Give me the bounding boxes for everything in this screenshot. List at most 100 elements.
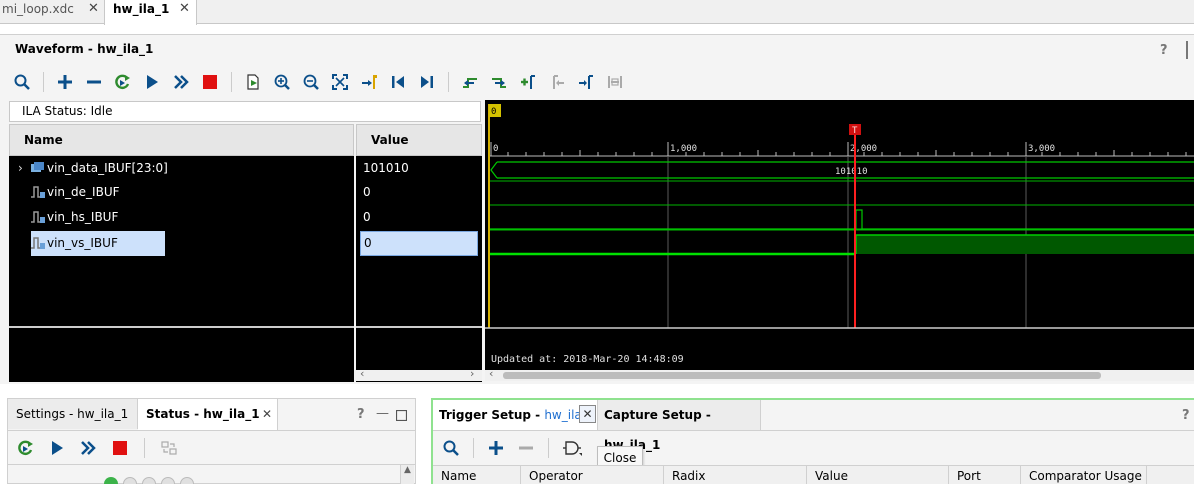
value-area-divider (356, 326, 482, 328)
run-continuous-icon[interactable] (173, 74, 189, 90)
selected-signal-value[interactable]: 0 (360, 231, 478, 256)
column-header-name[interactable]: Name (433, 466, 521, 484)
minimize-icon[interactable]: — (376, 406, 389, 421)
go-to-last-time-icon[interactable] (419, 74, 435, 90)
help-icon[interactable]: ? (1182, 408, 1190, 423)
scroll-right-icon[interactable]: › (470, 367, 474, 380)
value-horizontal-scrollbar[interactable]: ‹ › (354, 367, 482, 381)
column-header-comparator-usage[interactable]: Comparator Usage (1021, 466, 1147, 484)
column-header-operator[interactable]: Operator (521, 466, 664, 484)
remove-icon[interactable] (518, 440, 534, 456)
tab-divider (8, 430, 416, 431)
scroll-left-icon[interactable]: ‹ (360, 367, 364, 380)
column-header-radix[interactable]: Radix (664, 466, 807, 484)
run-trigger-immediate-icon[interactable] (115, 74, 131, 90)
stop-icon[interactable] (112, 440, 128, 456)
zoom-out-icon[interactable] (303, 74, 319, 90)
signal-area-divider (9, 326, 354, 328)
run-trigger-icon[interactable] (144, 74, 160, 90)
close-icon[interactable]: ✕ (579, 405, 596, 423)
signal-row[interactable]: vin_de_IBUF (9, 180, 354, 204)
name-column-header[interactable]: Name (9, 124, 354, 156)
panel-splitter[interactable] (0, 384, 1194, 398)
column-header-value[interactable]: Value (807, 466, 949, 484)
go-to-time-zero-icon[interactable] (390, 74, 406, 90)
tab-label: Trigger Setup - (439, 408, 545, 422)
tab-settings[interactable]: Settings - hw_ila_1 (8, 399, 138, 429)
go-to-cursor-icon[interactable] (361, 74, 377, 90)
file-tab-xdc[interactable]: mi_loop.xdc ✕ (0, 0, 104, 24)
run-continuous-icon[interactable] (80, 440, 96, 456)
run-trigger-icon[interactable] (50, 440, 64, 456)
toolbar-separator (548, 438, 549, 458)
run-trigger-immediate-icon[interactable] (18, 440, 34, 456)
status-dot (142, 477, 156, 484)
scroll-left-icon[interactable]: ‹ (489, 367, 493, 380)
tab-trigger-setup[interactable]: Trigger Setup - hw_ila_1 (433, 400, 598, 430)
zoom-in-icon[interactable] (274, 74, 290, 90)
signal-name: vin_hs_IBUF (47, 210, 119, 224)
swap-cursors-icon[interactable] (607, 74, 623, 90)
status-dot (123, 477, 137, 484)
remove-icon[interactable] (86, 74, 102, 90)
logic-signal-icon (31, 186, 45, 198)
help-icon[interactable]: ? (357, 407, 365, 422)
close-icon[interactable]: ✕ (179, 0, 190, 18)
signal-value: 101010 (363, 161, 409, 175)
status-dot (161, 477, 175, 484)
next-marker-icon[interactable] (578, 74, 594, 90)
trigger-condition-icon[interactable] (563, 440, 583, 456)
maximize-icon[interactable] (396, 410, 407, 421)
signal-name: vin_de_IBUF (47, 185, 120, 199)
selected-signal-row[interactable]: vin_vs_IBUF (31, 231, 165, 256)
tab-label: Settings - hw_ila_1 (16, 407, 129, 421)
scrollbar-thumb[interactable] (503, 372, 1101, 379)
trigger-marker-label: T (852, 126, 858, 136)
waveform-canvas[interactable]: 0 0 1,000 2,000 3,000 101010 T Updated a… (485, 100, 1194, 370)
previous-marker-icon[interactable] (549, 74, 565, 90)
capture-settings-icon[interactable] (161, 440, 177, 456)
expand-chevron-icon[interactable]: › (18, 156, 23, 180)
add-icon[interactable] (488, 440, 504, 456)
stop-icon[interactable] (202, 74, 218, 90)
bus-signal-icon (31, 162, 44, 172)
signal-row[interactable]: vin_hs_IBUF (9, 205, 354, 229)
toolbar-separator (473, 438, 474, 458)
signal-value: 0 (363, 185, 371, 199)
ila-status-field: ILA Status: Idle (9, 101, 481, 122)
file-tab-label: hw_ila_1 (113, 2, 170, 16)
ruler-tick-label: 0 (493, 144, 498, 154)
scroll-up-icon[interactable]: ▲ (404, 465, 411, 475)
signal-row[interactable]: › vin_data_IBUF[23:0] (9, 156, 354, 180)
logic-signal-icon (31, 211, 45, 223)
tab-status[interactable]: Status - hw_ila_1 ✕ (138, 399, 278, 430)
origin-marker-label: 0 (491, 107, 496, 117)
status-dot (104, 477, 118, 484)
search-icon[interactable] (443, 440, 459, 456)
add-marker-icon[interactable] (520, 74, 536, 90)
waveform-horizontal-scrollbar[interactable]: ‹ (485, 367, 1194, 381)
tab-capture-setup[interactable]: Capture Setup - hw_ila_1 (598, 400, 761, 452)
export-icon[interactable] (245, 74, 261, 90)
status-toolbar (18, 438, 177, 458)
waveform-title: Waveform - hw_ila_1 (15, 42, 154, 56)
search-icon[interactable] (14, 74, 30, 90)
waveform-toolbar (14, 70, 623, 94)
column-header-port[interactable]: Port (949, 466, 1021, 484)
zoom-fit-icon[interactable] (332, 74, 348, 90)
ruler-tick-label: 3,000 (1028, 144, 1055, 154)
next-transition-icon[interactable] (491, 74, 507, 90)
close-icon[interactable]: ✕ (262, 399, 272, 429)
add-icon[interactable] (57, 74, 73, 90)
vertical-scrollbar[interactable]: ▲ (400, 465, 414, 484)
value-column-header[interactable]: Value (356, 124, 482, 156)
previous-transition-icon[interactable] (462, 74, 478, 90)
help-icon[interactable]: ? (1160, 43, 1168, 58)
toolbar-separator (43, 72, 44, 92)
signal-name: vin_vs_IBUF (47, 236, 118, 250)
file-tab-hw-ila[interactable]: hw_ila_1 ✕ (104, 0, 197, 25)
origin-marker-line (488, 104, 490, 328)
bus-value-label: 101010 (835, 167, 868, 177)
close-icon[interactable]: ✕ (88, 0, 99, 18)
file-tab-label: mi_loop.xdc (2, 2, 74, 16)
